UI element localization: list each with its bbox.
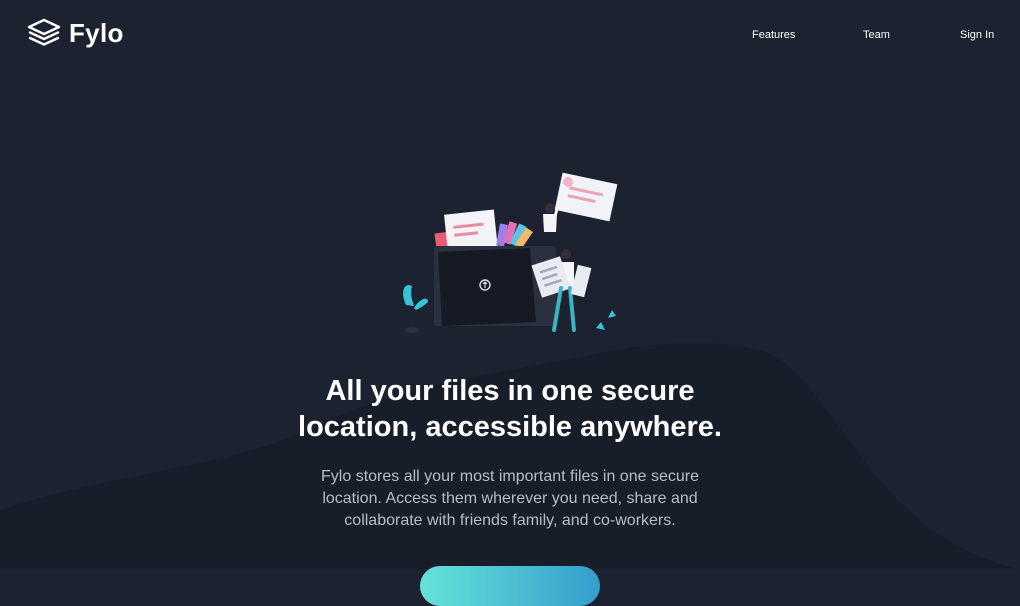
hero-title: All your files in one secure location, a… — [0, 373, 1020, 445]
nav-link-team[interactable]: Team — [863, 29, 890, 41]
site-header: Fylo Features Team Sign In — [0, 0, 1020, 72]
get-started-button[interactable] — [420, 566, 600, 606]
nav-link-features[interactable]: Features — [752, 29, 795, 41]
nav-link-sign-in[interactable]: Sign In — [960, 29, 994, 41]
hero-subtitle-line-1: Fylo stores all your most important file… — [321, 468, 699, 485]
hero-subtitle: Fylo stores all your most important file… — [290, 466, 730, 532]
hero-title-line-2: location, accessible anywhere. — [298, 411, 722, 443]
stacked-layers-icon — [27, 18, 61, 46]
hero-illustration — [403, 172, 618, 333]
logo-text: Fylo — [69, 18, 124, 48]
logo-link[interactable]: Fylo — [27, 18, 124, 48]
hero-subtitle-line-3: collaborate with friends family, and co-… — [344, 512, 676, 529]
hero-subtitle-line-2: location. Access them wherever you need,… — [322, 490, 698, 507]
hero-title-line-1: All your files in one secure — [325, 375, 695, 407]
